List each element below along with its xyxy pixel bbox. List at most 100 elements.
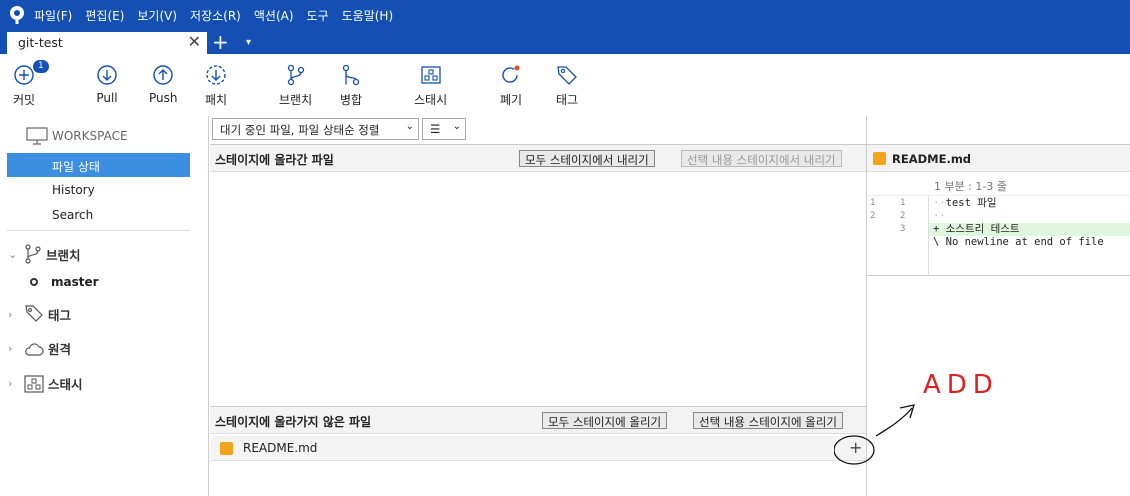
stash-label: 스태시: [414, 93, 448, 107]
tag-label: 태그: [556, 93, 579, 107]
diff-line-meta: \ No newline at end of file: [933, 236, 1104, 248]
file-row-readme[interactable]: README.md +: [211, 436, 865, 461]
unstage-all-button[interactable]: 모두 스테이지에서 내리기: [519, 150, 655, 167]
menu-bar: 파일(F) 편집(E) 보기(V) 저장소(R) 액션(A) 도구 도움말(H): [34, 0, 406, 30]
unstage-selected-button[interactable]: 선택 내용 스테이지에서 내리기: [681, 150, 842, 167]
menu-tools[interactable]: 도구: [307, 7, 329, 24]
stage-selected-button[interactable]: 선택 내용 스테이지에 올리기: [693, 412, 843, 429]
old-line-number: 2: [870, 211, 876, 221]
menu-help[interactable]: 도움말(H): [342, 7, 394, 24]
tags-label: 태그: [48, 307, 72, 323]
pull-icon: [97, 65, 117, 85]
diff-view[interactable]: 1 2 1 2 3 ··test 파일 ·· + 소스트리 테스트 \ No n…: [867, 196, 1130, 276]
menu-edit[interactable]: 편집(E): [85, 7, 124, 24]
status-filter-dropdown[interactable]: 대기 중인 파일, 파일 상태순 정렬 ⌄: [212, 118, 419, 140]
stash-icon: [24, 374, 44, 393]
merge-label: 병합: [340, 93, 363, 107]
discard-button[interactable]: 폐기: [500, 64, 522, 108]
diff-hunk-header: 1 부분 : 1-3 줄: [867, 172, 1130, 196]
sidebar-item-history[interactable]: History: [7, 178, 190, 202]
patch-button[interactable]: 패치: [205, 64, 227, 108]
hunk-label: 1 부분 : 1-3 줄: [934, 180, 1008, 193]
branch-name: master: [51, 275, 99, 289]
tab-bar: git-test ✕ + ▾: [0, 30, 1130, 54]
staged-files-header: 스테이지에 올라간 파일 모두 스테이지에서 내리기 선택 내용 스테이지에서 …: [210, 144, 866, 172]
current-branch-icon: [30, 278, 38, 286]
chevron-down-icon: ⌄: [452, 121, 461, 132]
toolbar: 1 커밋 Pull Push 패치 브랜치 병합 스태시 폐기 태그: [0, 54, 1130, 116]
tag-icon: [25, 305, 43, 322]
staged-files-title: 스테이지에 올라간 파일: [215, 153, 334, 167]
chevron-right-icon[interactable]: ›: [8, 308, 22, 321]
chevron-down-icon[interactable]: ▾: [246, 30, 251, 56]
stashes-label: 스태시: [48, 377, 83, 392]
push-button[interactable]: Push: [149, 64, 178, 105]
diff-line-added: + 소스트리 테스트: [929, 223, 1130, 236]
branch-button[interactable]: 브랜치: [279, 64, 312, 108]
tag-icon: [557, 66, 577, 85]
sidebar-item-file-status[interactable]: 파일 상태: [7, 153, 190, 177]
merge-icon: [342, 64, 360, 86]
new-line-number: 3: [900, 224, 906, 234]
title-bar: 파일(F) 편집(E) 보기(V) 저장소(R) 액션(A) 도구 도움말(H): [0, 0, 1130, 30]
workspace-header: WORKSPACE: [26, 127, 128, 145]
commit-count-badge: 1: [33, 60, 49, 73]
unstaged-files-header: 스테이지에 올라가지 않은 파일 모두 스테이지에 올리기 선택 내용 스테이지…: [210, 406, 866, 434]
merge-button[interactable]: 병합: [340, 64, 362, 108]
sidebar-group-remotes[interactable]: › 원격: [8, 339, 71, 358]
sidebar-item-branch-master[interactable]: master: [30, 275, 99, 289]
tag-button[interactable]: 태그: [556, 64, 578, 108]
stage-all-button[interactable]: 모두 스테이지에 올리기: [542, 412, 668, 429]
discard-icon: [502, 65, 520, 83]
commit-button[interactable]: 1 커밋: [13, 60, 49, 108]
diff-header: README.md: [867, 144, 1130, 172]
chevron-down-icon[interactable]: ⌄: [8, 248, 22, 261]
sidebar-item-search[interactable]: Search: [7, 203, 190, 227]
unstaged-files-title: 스테이지에 올라가지 않은 파일: [215, 415, 372, 429]
sourcetree-logo-icon: [10, 6, 24, 24]
file-name: README.md: [243, 441, 318, 455]
patch-icon: [206, 65, 226, 85]
chevron-right-icon[interactable]: ›: [8, 377, 22, 390]
chevron-right-icon[interactable]: ›: [8, 342, 22, 355]
menu-repository[interactable]: 저장소(R): [190, 7, 241, 24]
staged-files-list[interactable]: [210, 172, 866, 406]
branch-label: 브랜치: [279, 93, 313, 107]
sidebar-divider: [7, 230, 190, 231]
sidebar-group-tags[interactable]: › 태그: [8, 304, 71, 324]
commit-label: 커밋: [13, 93, 36, 107]
old-line-number: 1: [870, 198, 876, 208]
discard-label: 폐기: [500, 93, 523, 107]
workspace-label: WORKSPACE: [52, 129, 128, 143]
pull-label: Pull: [96, 91, 118, 105]
add-tab-icon[interactable]: +: [212, 30, 229, 54]
menu-file[interactable]: 파일(F): [34, 7, 72, 24]
close-icon[interactable]: ✕: [188, 32, 201, 51]
diff-line-context: ··: [933, 210, 946, 222]
commit-icon: [14, 65, 34, 85]
push-icon: [153, 65, 173, 85]
new-line-number: 2: [900, 211, 906, 221]
view-mode-dropdown[interactable]: ☰ ⌄: [422, 118, 466, 140]
sidebar: WORKSPACE 파일 상태 History Search ⌄ 브랜치 mas…: [0, 116, 209, 496]
filter-bar: 대기 중인 파일, 파일 상태순 정렬 ⌄ ☰ ⌄: [210, 116, 866, 144]
branches-label: 브랜치: [46, 247, 81, 263]
sidebar-group-branches[interactable]: ⌄ 브랜치: [8, 244, 81, 264]
list-icon: ☰: [430, 122, 441, 136]
diff-line-text: test 파일: [945, 197, 997, 209]
remotes-label: 원격: [48, 342, 72, 357]
diff-file-name: README.md: [892, 152, 972, 166]
new-line-gutter: 1 2 3: [897, 196, 929, 276]
old-line-gutter: 1 2: [867, 196, 897, 276]
push-label: Push: [149, 91, 178, 105]
annotation-text: ADD: [923, 370, 999, 400]
sidebar-group-stashes[interactable]: › 스태시: [8, 374, 83, 393]
tab-git-test[interactable]: git-test ✕: [7, 32, 207, 54]
branch-icon: [25, 244, 41, 264]
stash-button[interactable]: 스태시: [414, 64, 447, 108]
menu-actions[interactable]: 액션(A): [254, 7, 294, 24]
menu-view[interactable]: 보기(V): [137, 7, 177, 24]
pull-button[interactable]: Pull: [96, 64, 118, 105]
chevron-down-icon: ⌄: [405, 121, 414, 132]
annotation-arrow: [834, 404, 915, 465]
